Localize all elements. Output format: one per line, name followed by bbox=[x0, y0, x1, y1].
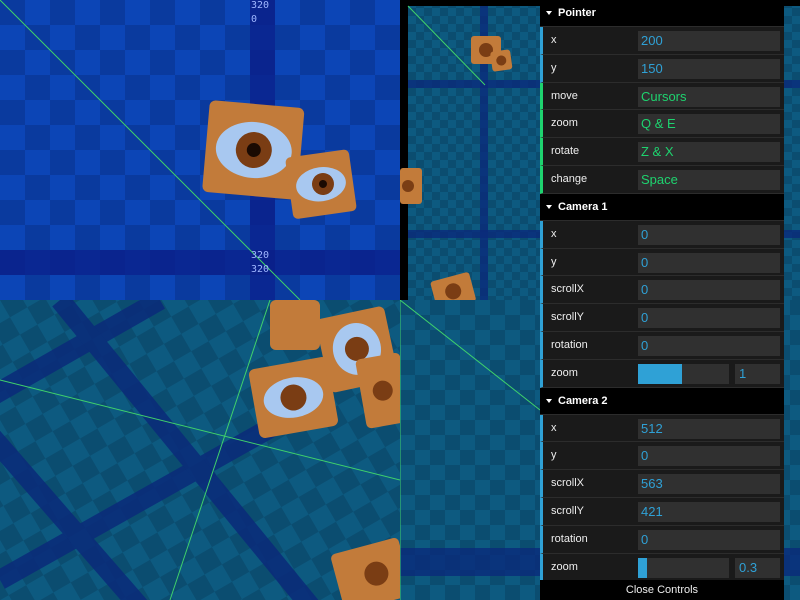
control-label: x bbox=[551, 421, 557, 434]
zoom-slider[interactable] bbox=[638, 557, 729, 578]
control-label: rotation bbox=[551, 532, 588, 545]
control-row-change: change Space bbox=[540, 165, 784, 194]
control-value-field[interactable]: 0 bbox=[638, 308, 780, 329]
zoom-value-field[interactable]: 0.3 bbox=[735, 557, 780, 578]
control-value-field[interactable]: 0 bbox=[638, 280, 780, 301]
control-row-x: x 512 bbox=[540, 414, 784, 443]
control-value-field[interactable]: 421 bbox=[638, 501, 780, 522]
control-row-y: y 150 bbox=[540, 54, 784, 83]
control-value-field[interactable]: 563 bbox=[638, 474, 780, 495]
grid-label-top: 320 bbox=[251, 0, 270, 11]
grid-label-bottom: 320 bbox=[251, 250, 270, 261]
caret-down-icon bbox=[546, 204, 552, 209]
control-row-scrollx: scrollX 0 bbox=[540, 276, 784, 305]
folder-camera-1[interactable]: Camera 1 bbox=[540, 193, 784, 221]
camera-viewport-3[interactable] bbox=[0, 300, 400, 600]
control-value-field[interactable]: Z & X bbox=[638, 142, 780, 163]
control-row-scrollx: scrollX 563 bbox=[540, 470, 784, 498]
control-label: change bbox=[551, 172, 588, 185]
control-row-y: y0 bbox=[540, 248, 784, 277]
control-value-field[interactable]: 0 bbox=[638, 252, 780, 273]
control-row-x: x0 bbox=[540, 220, 784, 249]
control-value-field[interactable]: 150 bbox=[638, 58, 780, 79]
control-label: scrollY bbox=[551, 504, 585, 517]
control-row-scrolly: scrollY 421 bbox=[540, 497, 784, 526]
control-row-y: y0 bbox=[540, 442, 784, 471]
zoom-value-field[interactable]: 1 bbox=[735, 363, 780, 384]
folder-camera-2[interactable]: Camera 2 bbox=[540, 387, 784, 415]
control-row-move: move Cursors bbox=[540, 82, 784, 111]
control-value-field[interactable]: 200 bbox=[638, 31, 780, 51]
control-row-zoom: zoom 1 bbox=[540, 359, 784, 388]
control-row-x: x 200 bbox=[540, 27, 784, 55]
control-label: y bbox=[551, 61, 557, 74]
control-label: y bbox=[551, 449, 557, 462]
control-row-zoom: zoom 0.3 bbox=[540, 553, 784, 582]
control-value-field[interactable]: 0 bbox=[638, 529, 780, 550]
folder-title: Pointer bbox=[558, 7, 596, 19]
close-controls-button[interactable]: Close Controls bbox=[540, 580, 784, 600]
control-row-rotation: rotation 0 bbox=[540, 331, 784, 360]
grid-label-bottom-2: 320 bbox=[251, 264, 270, 275]
control-label: zoom bbox=[551, 117, 578, 130]
control-value-field[interactable]: Space bbox=[638, 169, 780, 190]
control-label: x bbox=[551, 34, 557, 46]
slider-fill bbox=[638, 363, 682, 384]
control-label: scrollY bbox=[551, 311, 585, 324]
control-label: move bbox=[551, 89, 578, 102]
control-value-field[interactable]: 512 bbox=[638, 418, 780, 439]
control-label: zoom bbox=[551, 560, 578, 573]
grid-label-top-2: 0 bbox=[251, 14, 258, 25]
control-label: zoom bbox=[551, 366, 578, 379]
zoom-slider[interactable] bbox=[638, 363, 729, 384]
control-value-field[interactable]: Cursors bbox=[638, 86, 780, 107]
control-value-field[interactable]: 0 bbox=[638, 446, 780, 467]
control-value-field[interactable]: Q & E bbox=[638, 114, 780, 135]
caret-down-icon bbox=[546, 11, 552, 16]
folder-title: Camera 1 bbox=[558, 200, 608, 213]
control-label: rotate bbox=[551, 145, 580, 158]
control-value-field[interactable]: 0 bbox=[638, 335, 780, 356]
caret-down-icon bbox=[546, 398, 552, 403]
control-label: y bbox=[551, 255, 557, 268]
control-row-rotate: rotate Z & X bbox=[540, 138, 784, 166]
slider-fill bbox=[638, 557, 648, 578]
folder-pointer[interactable]: Pointer bbox=[540, 0, 784, 27]
camera-viewport-1[interactable]: 320 0 320 320 bbox=[0, 0, 400, 300]
control-label: scrollX bbox=[551, 283, 585, 296]
control-row-scrolly: scrollY 0 bbox=[540, 304, 784, 332]
control-label: x bbox=[551, 227, 557, 240]
control-label: rotation bbox=[551, 338, 588, 351]
control-row-zoom: zoom Q & E bbox=[540, 110, 784, 139]
control-row-rotation: rotation 0 bbox=[540, 525, 784, 554]
controls-panel: Pointer x 200 y 150 move Cursors zoom Q & E rotat… bbox=[540, 0, 784, 600]
control-value-field[interactable]: 0 bbox=[638, 224, 780, 245]
control-label: scrollX bbox=[551, 477, 585, 490]
folder-title: Camera 2 bbox=[558, 394, 608, 407]
